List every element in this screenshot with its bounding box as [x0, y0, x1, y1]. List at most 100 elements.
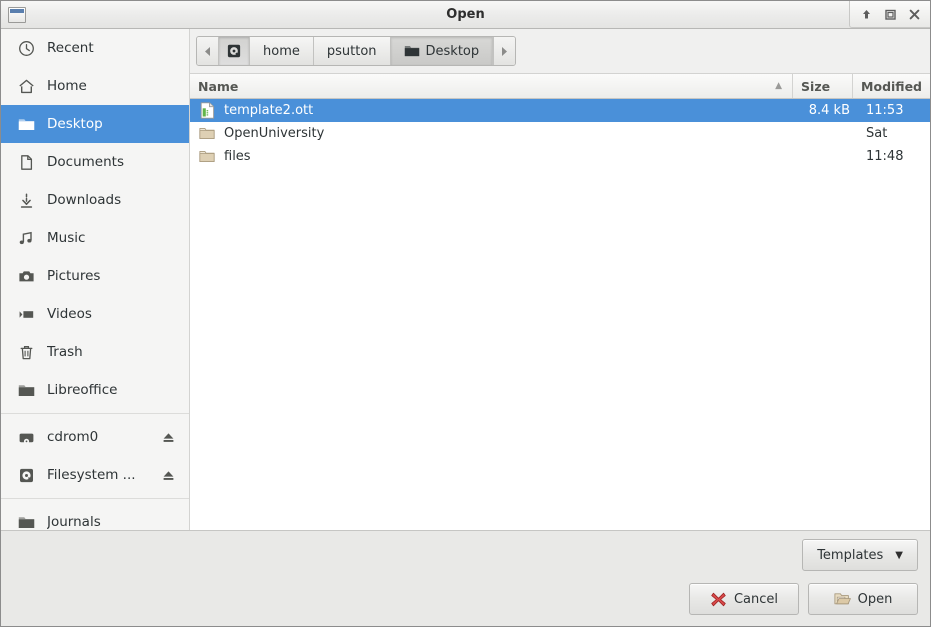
column-header-size[interactable]: Size [792, 74, 852, 98]
footer-action-row: Cancel Open [13, 583, 918, 615]
optical-drive-icon [16, 427, 36, 447]
sidebar-item-label: Pictures [47, 268, 101, 284]
breadcrumb-prev-button[interactable] [197, 37, 219, 65]
open-label: Open [857, 591, 893, 607]
cancel-button[interactable]: Cancel [689, 583, 799, 615]
shade-button[interactable] [854, 3, 878, 25]
breadcrumb-next-button[interactable] [493, 37, 516, 65]
sidebar-item-label: Videos [47, 306, 92, 322]
sidebar-item-videos[interactable]: Videos [1, 295, 189, 333]
folder-icon [198, 148, 216, 166]
sidebar-item-label: Music [47, 230, 86, 246]
sidebar-item-label: Home [47, 78, 87, 94]
open-folder-icon [834, 592, 851, 607]
breadcrumb-label: psutton [326, 43, 377, 59]
sidebar-item-label: Downloads [47, 192, 122, 208]
sidebar-item-label: Journals [47, 514, 101, 530]
music-note-icon [16, 228, 36, 248]
dialog-body: Recent Home Desktop Documents Downloads … [1, 29, 930, 530]
file-name-label: files [224, 149, 251, 164]
file-name-cell: files [190, 148, 795, 166]
templates-dropdown[interactable]: Templates ▼ [802, 539, 918, 571]
file-size-cell: 8.4 kB [808, 103, 850, 118]
document-icon [16, 152, 36, 172]
sidebar-item-music[interactable]: Music [1, 219, 189, 257]
sidebar-item-label: Recent [47, 40, 94, 56]
file-name-label: template2.ott [224, 103, 314, 118]
file-name-cell: OpenUniversity [190, 125, 795, 143]
breadcrumb-label: home [263, 43, 300, 59]
file-name-label: OpenUniversity [224, 126, 325, 141]
folder-icon [16, 114, 36, 134]
table-row[interactable]: OpenUniversity Sat [190, 122, 930, 145]
templates-label: Templates [817, 547, 884, 563]
clock-icon [16, 38, 36, 58]
sidebar-item-label: Libreoffice [47, 382, 118, 398]
sidebar-item-label: Filesystem ... [47, 467, 136, 483]
sidebar-item-desktop[interactable]: Desktop [1, 105, 189, 143]
window-title: Open [446, 7, 485, 22]
download-icon [16, 190, 36, 210]
sidebar-item-trash[interactable]: Trash [1, 333, 189, 371]
sidebar-item-cdrom0[interactable]: cdrom0 [1, 418, 189, 456]
file-modified-cell: 11:53 [866, 103, 904, 118]
file-list-header[interactable]: Name ▲ Size Modified [190, 74, 930, 99]
open-button[interactable]: Open [808, 583, 918, 615]
close-button[interactable] [902, 3, 926, 25]
sort-ascending-icon: ▲ [775, 81, 783, 91]
column-header-label: Modified [861, 78, 922, 94]
path-bar-area: home psutton Desktop [190, 29, 930, 74]
harddisk-icon [16, 465, 36, 485]
table-row[interactable]: template2.ott 8.4 kB 11:53 [190, 99, 930, 122]
breadcrumb[interactable]: home psutton Desktop [196, 36, 517, 66]
maximize-button[interactable] [878, 3, 902, 25]
sidebar-separator [1, 498, 189, 499]
cancel-label: Cancel [733, 591, 779, 607]
sidebar-item-label: Desktop [47, 116, 103, 132]
column-header-modified[interactable]: Modified [852, 74, 930, 98]
harddisk-icon [226, 43, 242, 59]
ott-template-icon [198, 102, 216, 120]
eject-icon[interactable] [161, 430, 175, 444]
sidebar-item-label: Documents [47, 154, 124, 170]
footer-filter-row: Templates ▼ [13, 539, 918, 571]
dialog-footer: Templates ▼ Cancel Open [1, 530, 930, 626]
title-bar[interactable]: Open [1, 1, 930, 29]
column-header-label: Size [801, 78, 831, 94]
video-icon [16, 304, 36, 324]
folder-icon [16, 380, 36, 400]
sidebar-item-journals[interactable]: Journals [1, 503, 189, 530]
breadcrumb-home[interactable]: home [250, 37, 314, 65]
trash-icon [16, 342, 36, 362]
folder-icon [404, 44, 420, 58]
eject-icon[interactable] [161, 468, 175, 482]
close-x-icon [710, 591, 727, 608]
folder-icon [16, 512, 36, 530]
sidebar-item-filesystem[interactable]: Filesystem ... [1, 456, 189, 494]
table-row[interactable]: files 11:48 [190, 145, 930, 168]
breadcrumb-desktop[interactable]: Desktop [390, 37, 494, 65]
file-modified-cell: Sat [866, 126, 888, 141]
window-icon [8, 6, 26, 23]
sidebar-item-home[interactable]: Home [1, 67, 189, 105]
places-sidebar[interactable]: Recent Home Desktop Documents Downloads … [1, 29, 190, 530]
breadcrumb-psutton[interactable]: psutton [313, 37, 391, 65]
sidebar-item-libreoffice[interactable]: Libreoffice [1, 371, 189, 409]
sidebar-item-pictures[interactable]: Pictures [1, 257, 189, 295]
file-modified-cell: 11:48 [866, 149, 904, 164]
sidebar-item-downloads[interactable]: Downloads [1, 181, 189, 219]
sidebar-item-recent[interactable]: Recent [1, 29, 189, 67]
column-header-name[interactable]: Name ▲ [190, 74, 792, 98]
column-header-label: Name [198, 78, 239, 94]
sidebar-item-label: Trash [47, 344, 83, 360]
breadcrumb-label: Desktop [425, 43, 480, 59]
folder-icon [198, 125, 216, 143]
file-browser-pane: home psutton Desktop Name ▲ Size Modifie… [190, 29, 930, 530]
sidebar-item-documents[interactable]: Documents [1, 143, 189, 181]
breadcrumb-filesystem-button[interactable] [219, 37, 250, 65]
home-icon [16, 76, 36, 96]
file-list[interactable]: template2.ott 8.4 kB 11:53 OpenUniversit… [190, 99, 930, 530]
chevron-down-icon: ▼ [895, 549, 903, 561]
window-controls [849, 1, 930, 28]
file-name-cell: template2.ott [190, 102, 795, 120]
